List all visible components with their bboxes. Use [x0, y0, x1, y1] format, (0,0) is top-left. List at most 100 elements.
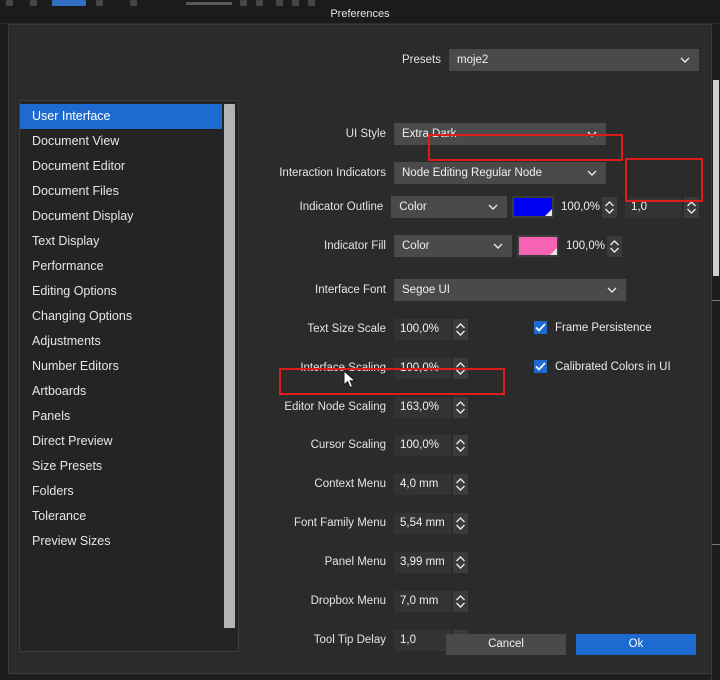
- panel-menu-stepper[interactable]: [453, 551, 468, 573]
- indicator-outline-opacity: 100,0%: [561, 201, 601, 213]
- dropbox-menu-input[interactable]: 7,0 mm: [394, 590, 451, 612]
- panel-menu-input[interactable]: 3,99 mm: [394, 551, 451, 573]
- sidebar-item-text-display[interactable]: Text Display: [20, 229, 222, 254]
- sidebar-scrollbar-thumb[interactable]: [224, 104, 235, 628]
- sidebar-item-panels[interactable]: Panels: [20, 404, 222, 429]
- chevron-down-icon: [587, 131, 597, 137]
- cursor-scaling-input[interactable]: 100,0%: [394, 434, 451, 456]
- toolbar-slider[interactable]: [186, 2, 232, 5]
- cursor-scaling-label: Cursor Scaling: [310, 439, 386, 451]
- checkmark-icon: [534, 360, 547, 373]
- scrollbar-mark-1: [712, 300, 720, 301]
- editor-node-scaling-stepper[interactable]: [453, 396, 468, 418]
- tool-tip-delay-input[interactable]: 1,0: [394, 629, 451, 651]
- cursor-scaling-stepper[interactable]: [453, 434, 468, 456]
- frame-persistence-label: Frame Persistence: [555, 321, 652, 334]
- presets-dropdown[interactable]: moje2: [449, 49, 699, 71]
- dropbox-menu-label: Dropbox Menu: [310, 595, 386, 607]
- interface-font-value: Segoe UI: [402, 284, 450, 296]
- row-dropbox-menu: Dropbox Menu 7,0 mm: [249, 589, 699, 613]
- interface-font-dropdown[interactable]: Segoe UI: [394, 279, 626, 301]
- sidebar-item-document-editor[interactable]: Document Editor: [20, 154, 222, 179]
- indicator-outline-mode: Color: [399, 201, 427, 213]
- host-scrollbar[interactable]: [711, 24, 720, 680]
- font-family-menu-input[interactable]: 5,54 mm: [394, 512, 451, 534]
- row-interface-font: Interface Font Segoe UI: [249, 278, 699, 302]
- ok-button[interactable]: Ok: [576, 634, 696, 655]
- chevron-down-icon: [488, 204, 498, 210]
- host-scrollbar-thumb[interactable]: [713, 80, 719, 276]
- sidebar-item-document-display[interactable]: Document Display: [20, 204, 222, 229]
- context-menu-input[interactable]: 4,0 mm: [394, 473, 451, 495]
- settings-pane: UI Style Extra Dark Interaction Indicato…: [249, 100, 699, 652]
- interface-scaling-stepper[interactable]: [453, 357, 468, 379]
- preferences-dialog: Presets moje2 User Interface Document Vi…: [8, 24, 712, 674]
- calibrated-colors-checkbox[interactable]: Calibrated Colors in UI: [534, 360, 671, 373]
- sidebar-item-document-files[interactable]: Document Files: [20, 179, 222, 204]
- interaction-indicators-value: Node Editing Regular Node: [402, 167, 543, 179]
- ui-style-value: Extra Dark: [402, 128, 457, 140]
- context-menu-stepper[interactable]: [453, 473, 468, 495]
- editor-node-scaling-input[interactable]: 163,0%: [394, 396, 451, 418]
- font-family-menu-stepper[interactable]: [453, 512, 468, 534]
- sidebar-item-user-interface[interactable]: User Interface: [20, 104, 222, 129]
- interaction-indicators-label: Interaction Indicators: [279, 167, 386, 179]
- sidebar-item-adjustments[interactable]: Adjustments: [20, 329, 222, 354]
- cancel-button[interactable]: Cancel: [446, 634, 566, 655]
- chevron-down-icon: [607, 287, 617, 293]
- dropbox-menu-stepper[interactable]: [453, 590, 468, 612]
- indicator-fill-mode-dropdown[interactable]: Color: [394, 235, 512, 257]
- sidebar-item-number-editors[interactable]: Number Editors: [20, 354, 222, 379]
- interaction-indicators-dropdown[interactable]: Node Editing Regular Node: [394, 162, 606, 184]
- interface-scaling-label: Interface Scaling: [300, 362, 386, 374]
- presets-row: Presets moje2: [9, 49, 699, 71]
- ui-style-label: UI Style: [345, 128, 386, 140]
- font-family-menu-label: Font Family Menu: [293, 517, 386, 529]
- indicator-outline-width-stepper[interactable]: [684, 196, 699, 218]
- row-interaction-indicators: Interaction Indicators Node Editing Regu…: [249, 161, 699, 185]
- row-font-family-menu: Font Family Menu 5,54 mm: [249, 511, 699, 535]
- row-indicator-outline: Indicator Outline Color 100,0% 1,0: [249, 195, 699, 219]
- frame-persistence-checkbox[interactable]: Frame Persistence: [534, 321, 652, 334]
- sidebar-item-artboards[interactable]: Artboards: [20, 379, 222, 404]
- row-panel-menu: Panel Menu 3,99 mm: [249, 550, 699, 574]
- sidebar-item-performance[interactable]: Performance: [20, 254, 222, 279]
- row-context-menu: Context Menu 4,0 mm: [249, 472, 699, 496]
- row-ui-style: UI Style Extra Dark: [249, 122, 699, 146]
- sidebar-item-changing-options[interactable]: Changing Options: [20, 304, 222, 329]
- sidebar-item-tolerance[interactable]: Tolerance: [20, 504, 222, 529]
- indicator-fill-mode: Color: [402, 240, 430, 252]
- interface-font-label: Interface Font: [315, 284, 386, 296]
- editor-node-scaling-label: Editor Node Scaling: [284, 401, 386, 413]
- window-title: Preferences: [330, 8, 390, 20]
- chevron-down-icon: [587, 170, 597, 176]
- indicator-fill-label: Indicator Fill: [324, 240, 386, 252]
- text-size-scale-label: Text Size Scale: [307, 323, 386, 335]
- interface-scaling-input[interactable]: 100,0%: [394, 357, 451, 379]
- indicator-fill-opacity: 100,0%: [566, 240, 606, 252]
- sidebar-item-preview-sizes[interactable]: Preview Sizes: [20, 529, 222, 554]
- category-list: User Interface Document View Document Ed…: [20, 104, 222, 554]
- text-size-scale-input[interactable]: 100,0%: [394, 318, 451, 340]
- indicator-fill-color-swatch[interactable]: [517, 235, 559, 257]
- chevron-down-icon: [493, 243, 503, 249]
- row-cursor-scaling: Cursor Scaling 100,0%: [249, 433, 699, 457]
- text-size-scale-stepper[interactable]: [453, 318, 468, 340]
- indicator-outline-width-input[interactable]: 1,0: [625, 196, 682, 218]
- sidebar-item-direct-preview[interactable]: Direct Preview: [20, 429, 222, 454]
- sidebar-scrollbar[interactable]: [224, 104, 235, 628]
- presets-value: moje2: [457, 54, 489, 66]
- ui-style-dropdown[interactable]: Extra Dark: [394, 123, 606, 145]
- category-sidebar[interactable]: User Interface Document View Document Ed…: [19, 100, 239, 652]
- indicator-outline-label: Indicator Outline: [299, 201, 384, 213]
- context-menu-label: Context Menu: [314, 478, 386, 490]
- sidebar-item-folders[interactable]: Folders: [20, 479, 222, 504]
- indicator-outline-color-swatch[interactable]: [512, 196, 555, 218]
- sidebar-item-document-view[interactable]: Document View: [20, 129, 222, 154]
- indicator-outline-opacity-stepper[interactable]: [602, 196, 618, 218]
- sidebar-item-size-presets[interactable]: Size Presets: [20, 454, 222, 479]
- sidebar-item-editing-options[interactable]: Editing Options: [20, 279, 222, 304]
- indicator-outline-mode-dropdown[interactable]: Color: [391, 196, 508, 218]
- indicator-fill-opacity-stepper[interactable]: [607, 235, 623, 257]
- chevron-down-icon: [680, 57, 690, 63]
